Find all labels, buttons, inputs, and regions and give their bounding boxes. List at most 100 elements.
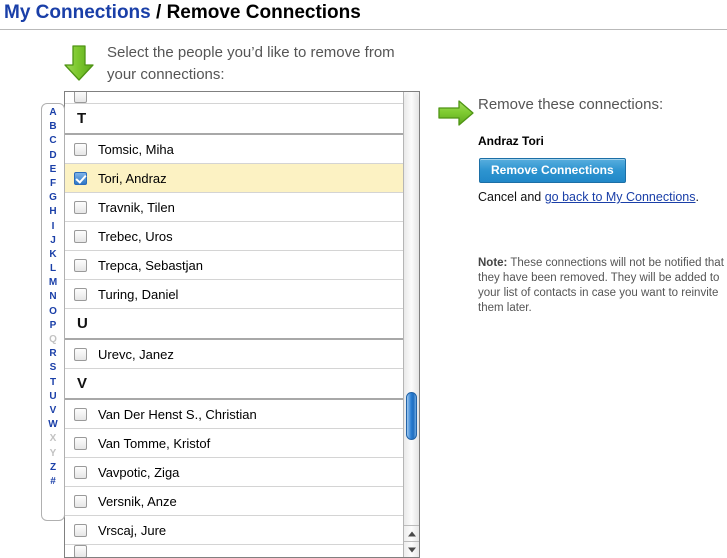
connection-name: Versnik, Anze [98, 493, 177, 509]
alpha-index-b[interactable]: B [42, 120, 64, 134]
alpha-index-i[interactable]: I [42, 220, 64, 234]
alpha-index-v[interactable]: V [42, 404, 64, 418]
connection-checkbox[interactable] [74, 523, 87, 537]
connection-checkbox[interactable] [74, 545, 87, 557]
list-group-header: U [65, 309, 404, 340]
go-back-to-my-connections-link[interactable]: go back to My Connections [545, 190, 696, 204]
list-row[interactable]: Turing, Daniel [65, 280, 404, 309]
list-row[interactable]: Urevc, Janez [65, 340, 404, 369]
list-row[interactable]: Tomsic, Miha [65, 135, 404, 164]
list-row[interactable] [65, 545, 404, 557]
alpha-index-p[interactable]: P [42, 319, 64, 333]
connection-name: Trebec, Uros [98, 228, 173, 244]
cancel-line: Cancel and go back to My Connections. [478, 190, 699, 204]
list-row[interactable]: Van Tomme, Kristof [65, 429, 404, 458]
arrow-down-green-icon [64, 45, 94, 81]
connection-checkbox[interactable] [74, 494, 87, 508]
breadcrumb-link-my-connections[interactable]: My Connections [4, 2, 151, 23]
connection-checkbox[interactable] [74, 347, 87, 361]
alpha-index-d[interactable]: D [42, 149, 64, 163]
connection-checkbox[interactable] [74, 436, 87, 450]
connection-name: Travnik, Tilen [98, 199, 175, 215]
connection-name: Van Der Henst S., Christian [98, 406, 257, 422]
alpha-index-y: Y [49, 447, 57, 459]
connection-name: Vavpotic, Ziga [98, 464, 180, 480]
group-header-label: V [77, 375, 88, 392]
alpha-index-f[interactable]: F [42, 177, 64, 191]
note-block: Note: These connections will not be noti… [478, 256, 727, 316]
alpha-index-t[interactable]: T [42, 376, 64, 390]
alpha-index-a[interactable]: A [42, 106, 64, 120]
alpha-index-n[interactable]: N [42, 290, 64, 304]
page-header: My Connections / Remove Connections [0, 0, 727, 30]
connection-checkbox[interactable] [74, 142, 87, 156]
alpha-index-hash[interactable]: # [42, 475, 64, 489]
connection-name: Trepca, Sebastjan [98, 257, 204, 273]
connection-checkbox[interactable] [74, 407, 87, 421]
list-row[interactable]: Vrscaj, Jure [65, 516, 404, 545]
alphabet-index[interactable]: A B C D E F G H I J K L M N O P Q R S T U V W X Y Z # [41, 103, 65, 521]
connection-name: Tori, Andraz [98, 170, 167, 186]
alpha-index-r[interactable]: R [42, 347, 64, 361]
connection-name: Turing, Daniel [98, 286, 179, 302]
connection-checkbox[interactable] [74, 229, 87, 243]
list-row[interactable]: Tori, Andraz [65, 164, 404, 193]
connections-list: T Tomsic, Miha Tori, Andraz Travnik, Tilen T… [65, 92, 404, 557]
connection-checkbox[interactable] [74, 171, 87, 185]
cancel-prefix-text: Cancel and [478, 190, 545, 204]
connection-checkbox[interactable] [74, 287, 87, 301]
alpha-index-k[interactable]: K [42, 248, 64, 262]
remove-pane-heading: Remove these connections: [478, 96, 664, 113]
triangle-up-icon [407, 531, 416, 536]
breadcrumb-separator: / [150, 2, 167, 23]
breadcrumb: My Connections / Remove Connections [4, 1, 361, 25]
group-header-label: U [77, 315, 88, 332]
scrollbar-thumb[interactable] [406, 392, 417, 440]
list-scrollbar[interactable] [403, 92, 419, 557]
list-row[interactable]: Travnik, Tilen [65, 193, 404, 222]
alpha-index-m[interactable]: M [42, 276, 64, 290]
remove-connections-button[interactable]: Remove Connections [479, 158, 626, 183]
alpha-index-l[interactable]: L [42, 262, 64, 276]
connection-name: Van Tomme, Kristof [98, 435, 211, 451]
alpha-index-e[interactable]: E [42, 163, 64, 177]
alpha-index-o[interactable]: O [42, 305, 64, 319]
header-divider [0, 29, 727, 30]
arrow-right-green-icon [438, 100, 474, 126]
connection-name: Urevc, Janez [98, 346, 174, 362]
list-row[interactable] [65, 92, 404, 104]
connection-checkbox[interactable] [74, 258, 87, 272]
connection-checkbox[interactable] [74, 200, 87, 214]
triangle-down-icon [407, 547, 416, 552]
connection-name: Vrscaj, Jure [98, 522, 167, 538]
connection-checkbox[interactable] [74, 92, 87, 103]
scrollbar-track[interactable] [404, 92, 419, 525]
alpha-index-h[interactable]: H [42, 205, 64, 219]
scrollbar-up-button[interactable] [404, 525, 419, 541]
alpha-index-w[interactable]: W [42, 418, 64, 432]
cancel-suffix-text: . [695, 190, 699, 204]
alpha-index-s[interactable]: S [42, 361, 64, 375]
instruction-text: Select the people you’d like to remove f… [107, 44, 395, 83]
note-text: These connections will not be notified t… [478, 257, 724, 314]
alpha-index-g[interactable]: G [42, 191, 64, 205]
note-label: Note: [478, 257, 508, 269]
list-group-header: V [65, 369, 404, 400]
alpha-index-x: X [49, 433, 57, 445]
list-row[interactable]: Van Der Henst S., Christian [65, 400, 404, 429]
connection-name: Tomsic, Miha [98, 141, 174, 157]
connection-checkbox[interactable] [74, 465, 87, 479]
alpha-index-c[interactable]: C [42, 134, 64, 148]
alpha-index-u[interactable]: U [42, 390, 64, 404]
list-row[interactable]: Trepca, Sebastjan [65, 251, 404, 280]
group-header-label: T [77, 110, 87, 127]
remove-connections-page: My Connections / Remove Connections Sele… [0, 0, 727, 558]
alpha-index-q: Q [49, 334, 57, 345]
alpha-index-z[interactable]: Z [42, 461, 64, 475]
list-row[interactable]: Vavpotic, Ziga [65, 458, 404, 487]
alpha-index-j[interactable]: J [42, 234, 64, 248]
scrollbar-down-button[interactable] [404, 541, 419, 557]
list-row[interactable]: Trebec, Uros [65, 222, 404, 251]
list-group-header: T [65, 104, 404, 135]
list-row[interactable]: Versnik, Anze [65, 487, 404, 516]
